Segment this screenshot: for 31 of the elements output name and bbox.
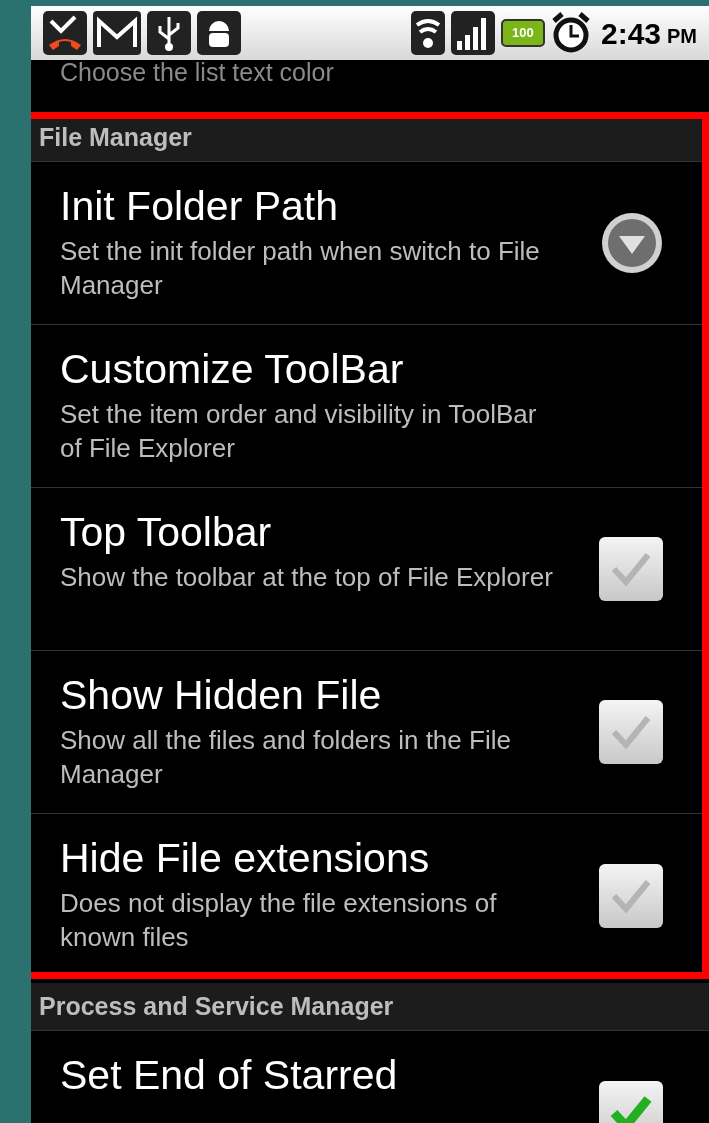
missed-call-icon bbox=[43, 11, 87, 55]
preference-title: Init Folder Path bbox=[60, 182, 340, 230]
preference-title: Hide File extensions bbox=[60, 834, 431, 882]
checkbox[interactable] bbox=[599, 700, 663, 764]
preference-row[interactable]: Show Hidden File Show all the files and folders in the File Manager bbox=[31, 651, 709, 814]
preference-summary: Set the init folder path when switch to File Manager bbox=[60, 235, 541, 302]
battery-icon: 100 bbox=[500, 19, 545, 47]
preference-row[interactable]: Customize ToolBar Set the item order and visibility in ToolBar of File Explorer bbox=[31, 325, 709, 488]
preference-summary: Does not display the file extensions of known files bbox=[60, 887, 498, 954]
mail-icon bbox=[93, 11, 141, 55]
preference-title: Customize ToolBar bbox=[60, 345, 405, 393]
checkbox[interactable] bbox=[599, 537, 663, 601]
alarm-clock-icon bbox=[550, 11, 591, 55]
preference-row[interactable]: Hide File extensions Does not display the file extensions of known files bbox=[31, 814, 709, 977]
preference-summary: Show all the files and folders in the File Manager bbox=[60, 724, 512, 791]
section-header: Process and Service Manager bbox=[31, 983, 709, 1031]
preference-title: Set End of Starred bbox=[60, 1051, 399, 1099]
preference-title: Show Hidden File bbox=[60, 671, 383, 719]
preference-summary: Show the toolbar at the top of File Explorer bbox=[60, 561, 554, 594]
preference-summary: Choose the list text color bbox=[60, 60, 334, 88]
signal-icon bbox=[450, 11, 495, 55]
clock-ampm: PM bbox=[667, 24, 697, 49]
usb-icon bbox=[147, 11, 191, 55]
preference-summary: Set the item order and visibility in ToolBar of File Explorer bbox=[60, 398, 538, 465]
wifi-icon bbox=[410, 11, 445, 55]
preference-title: Top Toolbar bbox=[60, 508, 273, 556]
preference-row[interactable]: Set End of Starred bbox=[31, 1031, 709, 1123]
checkbox[interactable] bbox=[599, 863, 663, 928]
preference-row[interactable]: Init Folder Path Set the init folder path when switch to File Manager bbox=[31, 162, 709, 325]
clock-time: 2:43 bbox=[600, 15, 661, 52]
preference-row[interactable]: Top Toolbar Show the toolbar at the top of File Explorer bbox=[31, 488, 709, 651]
